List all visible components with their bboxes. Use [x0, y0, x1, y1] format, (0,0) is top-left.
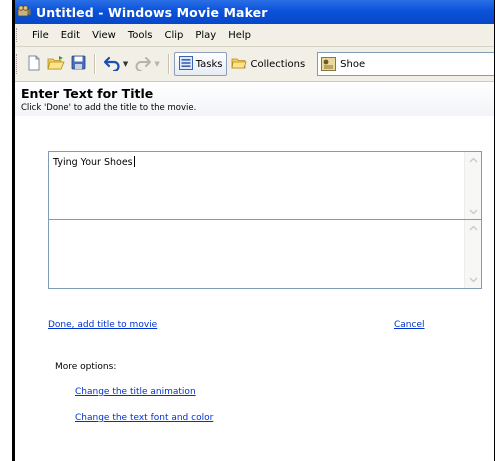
new-document-icon [27, 55, 41, 74]
open-project-button[interactable] [44, 53, 68, 75]
scroll-down-arrow-icon[interactable] [467, 206, 479, 218]
menu-play[interactable]: Play [189, 30, 222, 41]
title-bar[interactable]: Untitled - Windows Movie Maker [12, 0, 495, 24]
page-title: Enter Text for Title [21, 86, 154, 101]
more-options-label: More options: [55, 362, 117, 372]
redo-icon [134, 55, 152, 74]
title-text-input[interactable]: Tying Your Shoes [48, 151, 482, 221]
movie-maker-window: Untitled - Windows Movie Maker File Edit… [12, 0, 495, 461]
menu-clip[interactable]: Clip [158, 30, 189, 41]
menu-file[interactable]: File [26, 30, 55, 41]
toolbar-separator [167, 54, 169, 74]
menu-edit[interactable]: Edit [55, 30, 86, 41]
save-disk-icon [71, 55, 86, 73]
title-input-scrollbar[interactable] [464, 152, 481, 220]
collections-button[interactable]: Collections [227, 53, 309, 75]
undo-button[interactable]: ▼ [100, 53, 131, 75]
subtitle-text-input[interactable] [48, 219, 482, 289]
scroll-up-arrow-icon[interactable] [467, 222, 479, 234]
done-add-title-link[interactable]: Done, add title to movie [48, 320, 157, 330]
save-project-button[interactable] [68, 53, 89, 75]
menu-bar: File Edit View Tools Clip Play Help [12, 24, 495, 47]
scroll-up-arrow-icon[interactable] [467, 154, 479, 166]
collections-label: Collections [250, 58, 306, 70]
redo-dropdown-arrow-icon[interactable]: ▼ [154, 60, 159, 68]
new-project-button[interactable] [24, 53, 44, 75]
tasks-list-icon [178, 55, 193, 73]
open-folder-icon [47, 55, 65, 74]
toolbar-separator [93, 54, 95, 74]
tasks-label: Tasks [195, 58, 223, 70]
subtitle-input-scrollbar[interactable] [464, 220, 481, 288]
change-text-font-color-link[interactable]: Change the text font and color [75, 413, 213, 423]
tasks-button[interactable]: Tasks [173, 52, 228, 76]
redo-button[interactable]: ▼ [131, 53, 162, 75]
movie-maker-app-icon [17, 5, 31, 19]
page-instructions: Click 'Done' to add the title to the mov… [21, 103, 197, 113]
menu-view[interactable]: View [86, 30, 122, 41]
menu-grip[interactable] [16, 28, 20, 42]
scroll-down-arrow-icon[interactable] [467, 274, 479, 286]
collections-folder-icon [231, 56, 248, 73]
toolbar: ▼ ▼ Tasks Collections Shoe [12, 47, 495, 82]
window-title: Untitled - Windows Movie Maker [36, 4, 268, 20]
window-left-border [12, 0, 15, 461]
title-text-value: Tying Your Shoes [53, 156, 135, 168]
undo-icon [103, 55, 121, 74]
undo-dropdown-arrow-icon[interactable]: ▼ [123, 60, 128, 68]
menu-help[interactable]: Help [222, 30, 257, 41]
collection-value: Shoe [340, 58, 366, 70]
change-title-animation-link[interactable]: Change the title animation [75, 387, 196, 397]
collection-selector[interactable]: Shoe [317, 52, 495, 76]
menu-tools[interactable]: Tools [122, 30, 159, 41]
task-heading-area: Enter Text for Title Click 'Done' to add… [12, 82, 495, 116]
text-caret [133, 156, 135, 167]
cancel-link[interactable]: Cancel [394, 320, 425, 330]
collection-film-icon [321, 57, 337, 71]
toolbar-grip[interactable] [16, 54, 20, 74]
